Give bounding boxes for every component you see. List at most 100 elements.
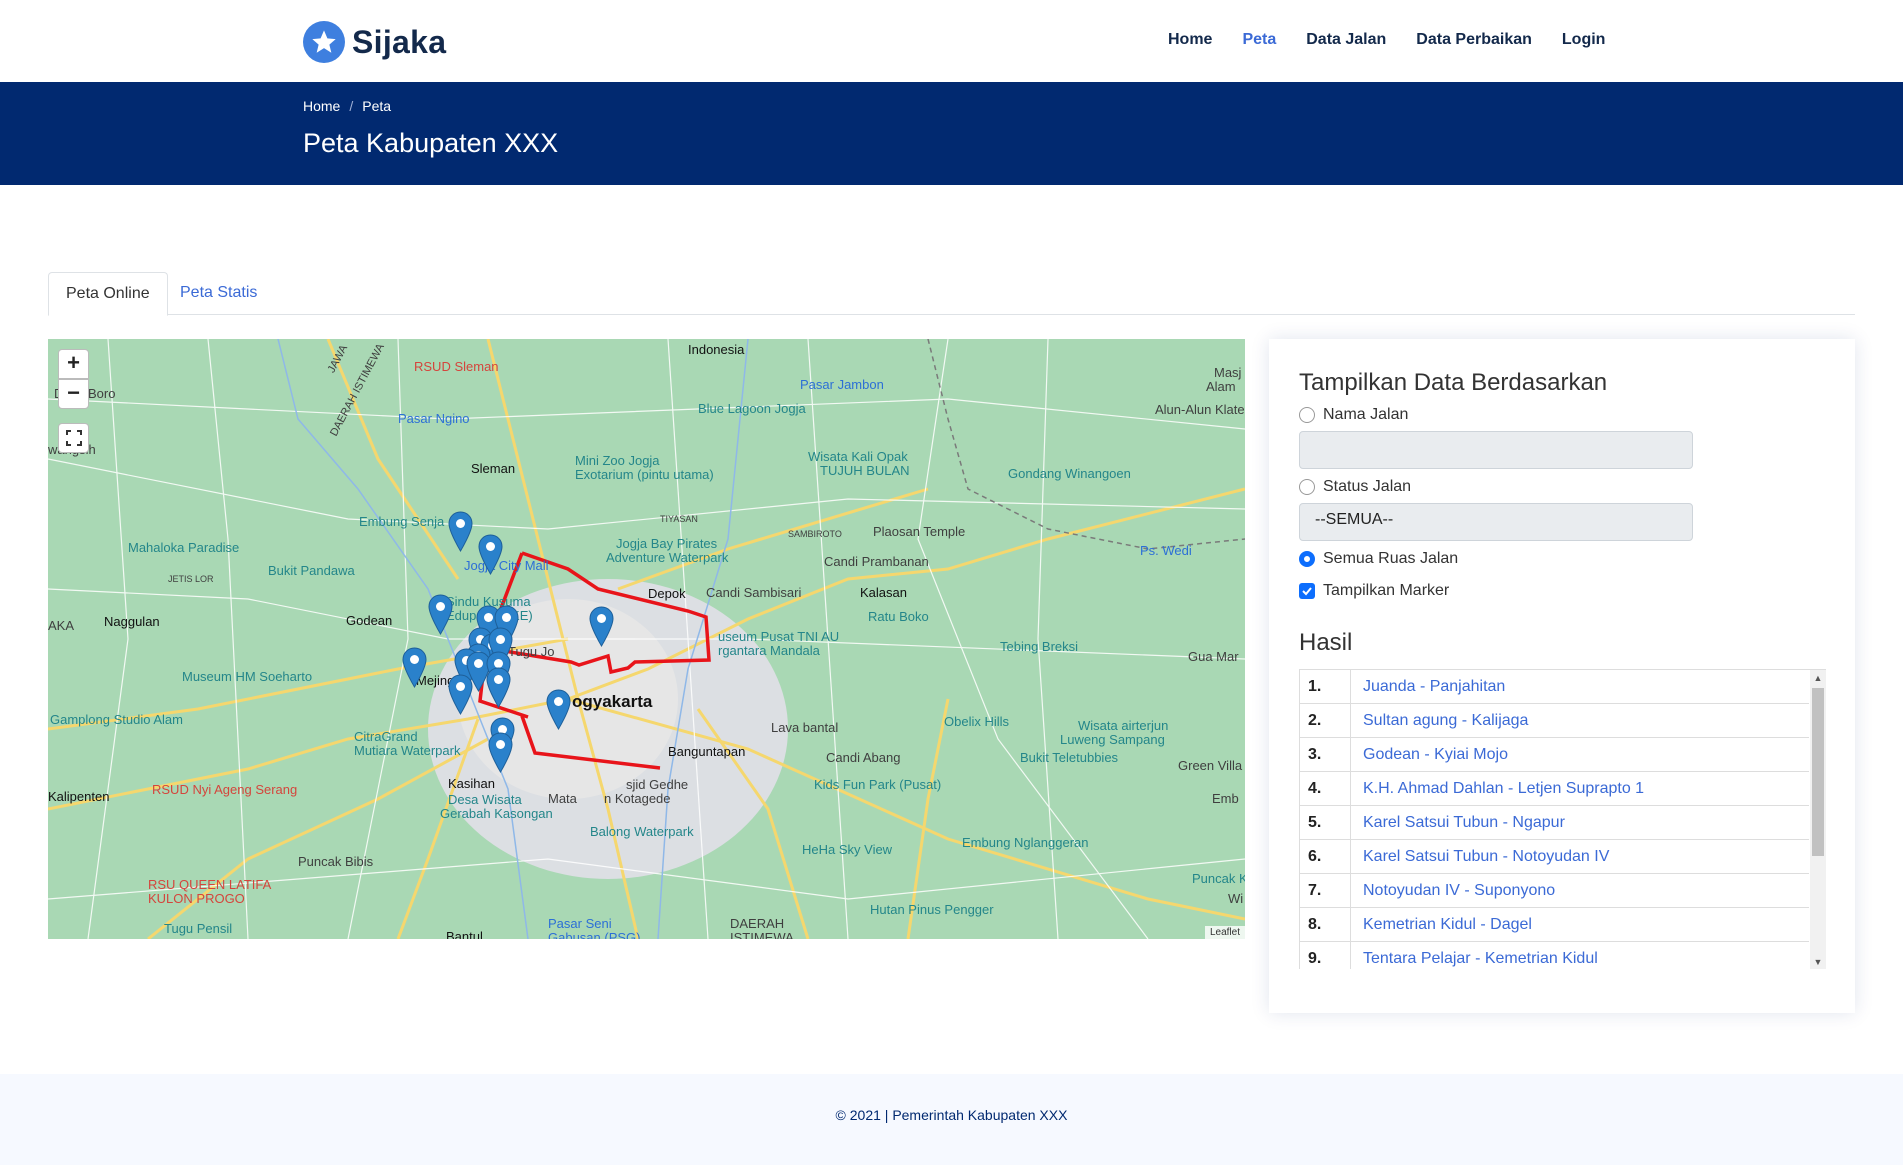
map-label: HeHa Sky View <box>802 842 893 857</box>
map-marker-icon[interactable] <box>428 594 453 635</box>
map-label: Kids Fun Park (Pusat) <box>814 777 942 792</box>
radio-semua-ruas[interactable]: Semua Ruas Jalan <box>1299 550 1458 568</box>
list-item[interactable]: 4. K.H. Ahmad Dahlan - Letjen Suprapto 1 <box>1299 772 1809 806</box>
radio-circle-selected[interactable] <box>1299 551 1315 567</box>
map-marker-icon[interactable] <box>478 534 503 575</box>
radio-circle[interactable] <box>1299 479 1315 495</box>
fullscreen-button[interactable] <box>58 423 89 453</box>
map-label: Mata <box>548 791 577 806</box>
map-label: Bukit Pandawa <box>268 563 355 578</box>
zoom-in-button[interactable]: + <box>58 349 89 379</box>
map-label: Wisata airterjun <box>1078 718 1169 733</box>
radio-circle[interactable] <box>1299 407 1315 423</box>
list-item-link[interactable]: Karel Satsui Tubun - Ngapur <box>1351 806 1565 839</box>
list-item-link[interactable]: Godean - Kyiai Mojo <box>1351 738 1508 771</box>
map-label: DAERAH <box>730 916 785 931</box>
map-label: Masj <box>1214 365 1242 380</box>
list-item[interactable]: 2. Sultan agung - Kalijaga <box>1299 704 1809 738</box>
map-label: Gua Mar <box>1188 649 1239 664</box>
list-item-number: 3. <box>1299 738 1351 771</box>
map-label: RSU QUEEN LATIFA <box>148 877 272 892</box>
map-label: n Kotagede <box>604 791 671 806</box>
map-label: TUJUH BULAN <box>820 463 910 478</box>
nav-login[interactable]: Login <box>1562 31 1606 49</box>
list-item-link[interactable]: Tentara Pelajar - Kemetrian Kidul <box>1351 942 1598 969</box>
tab-peta-online[interactable]: Peta Online <box>48 272 168 316</box>
scrollbar-thumb[interactable] <box>1812 688 1824 856</box>
map-label: Candi Sambisari <box>706 585 802 600</box>
map-label: SAMBIROTO <box>788 529 842 539</box>
list-item[interactable]: 7. Notoyudan IV - Suponyono <box>1299 874 1809 908</box>
map-label: Candi Prambanan <box>824 554 929 569</box>
scrollbar[interactable]: ▲ ▼ <box>1810 670 1826 969</box>
map-label: Wisata Kali Opak <box>808 449 908 464</box>
map-marker-icon[interactable] <box>448 511 473 552</box>
nav-peta[interactable]: Peta <box>1242 31 1276 49</box>
breadcrumb: Home / Peta <box>303 98 391 114</box>
map-label: Gamplong Studio Alam <box>50 712 183 727</box>
list-item[interactable]: 3. Godean - Kyiai Mojo <box>1299 738 1809 772</box>
list-item-number: 1. <box>1299 670 1351 703</box>
map-marker-icon[interactable] <box>402 647 427 688</box>
map-marker-icon[interactable] <box>448 674 473 715</box>
map-marker-icon[interactable] <box>488 732 513 773</box>
radio-nama-jalan[interactable]: Nama Jalan <box>1299 406 1408 424</box>
map-view[interactable]: Indonesia RSUD Sleman Pasar Jambon Deso … <box>48 339 1245 939</box>
status-jalan-select[interactable]: --SEMUA-- <box>1299 503 1693 541</box>
map-attribution[interactable]: Leaflet <box>1204 926 1245 939</box>
map-label: Banguntapan <box>668 744 746 759</box>
fullscreen-icon <box>65 430 82 446</box>
nav-data-jalan[interactable]: Data Jalan <box>1306 31 1386 49</box>
top-header: Sijaka Home Peta Data Jalan Data Perbaik… <box>0 0 1903 82</box>
map-label: Gabusan (PSG) <box>548 930 641 939</box>
list-item[interactable]: 9. Tentara Pelajar - Kemetrian Kidul <box>1299 942 1809 969</box>
nama-jalan-input[interactable] <box>1299 431 1693 469</box>
page-banner: Home / Peta Peta Kabupaten XXX <box>0 82 1903 185</box>
list-item-link[interactable]: Notoyudan IV - Suponyono <box>1351 874 1555 907</box>
results-list[interactable]: 1. Juanda - Panjahitan 2. Sultan agung - Ka… <box>1299 669 1826 969</box>
list-item-link[interactable]: Sultan agung - Kalijaga <box>1351 704 1528 737</box>
map-marker-icon[interactable] <box>486 667 511 708</box>
list-item[interactable]: 8. Kemetrian Kidul - Dagel <box>1299 908 1809 942</box>
map-label: Ratu Boko <box>868 609 929 624</box>
list-item-link[interactable]: Karel Satsui Tubun - Notoyudan IV <box>1351 840 1609 873</box>
map-label: RSUD Nyi Ageng Serang <box>152 782 298 797</box>
list-item[interactable]: 1. Juanda - Panjahitan <box>1299 670 1809 704</box>
main-nav: Home Peta Data Jalan Data Perbaikan Logi… <box>1168 31 1635 49</box>
map-label: ogyakarta <box>572 692 653 711</box>
map-label: Godean <box>346 613 393 628</box>
map-marker-icon[interactable] <box>546 689 571 730</box>
list-item-link[interactable]: Juanda - Panjahitan <box>1351 670 1505 703</box>
map-label: Tugu Jo <box>508 644 555 659</box>
tab-peta-statis[interactable]: Peta Statis <box>163 272 274 316</box>
checkbox-tampilkan-marker[interactable]: Tampilkan Marker <box>1299 582 1449 600</box>
map-label: Kasihan <box>448 776 495 791</box>
map-label: Embung Senja <box>359 514 445 529</box>
nav-home[interactable]: Home <box>1168 31 1212 49</box>
list-item-link[interactable]: Kemetrian Kidul - Dagel <box>1351 908 1532 941</box>
radio-status-jalan[interactable]: Status Jalan <box>1299 478 1411 496</box>
map-label: Candi Abang <box>826 750 901 765</box>
map-label: JETIS LOR <box>168 574 214 584</box>
list-item-number: 7. <box>1299 874 1351 907</box>
map-marker-icon[interactable] <box>589 606 614 647</box>
map-label: Obelix Hills <box>944 714 1010 729</box>
scroll-up-icon[interactable]: ▲ <box>1810 670 1826 686</box>
zoom-out-button[interactable]: − <box>58 379 89 409</box>
checkbox-checked[interactable] <box>1299 583 1315 599</box>
map-label: useum Pusat TNI AU <box>718 629 840 644</box>
map-label: Tebing Breksi <box>1000 639 1079 654</box>
map-label: Alun-Alun Klate <box>1155 402 1245 417</box>
map-label: TIYASAN <box>660 514 698 524</box>
brand-name: Sijaka <box>352 23 447 60</box>
map-label: Mini Zoo Jogja <box>575 453 660 468</box>
list-item[interactable]: 6. Karel Satsui Tubun - Notoyudan IV <box>1299 840 1809 874</box>
brand-logo[interactable]: Sijaka <box>303 21 446 63</box>
list-item[interactable]: 5. Karel Satsui Tubun - Ngapur <box>1299 806 1809 840</box>
scroll-down-icon[interactable]: ▼ <box>1810 954 1826 969</box>
map-label: Tugu Pensil <box>164 921 233 936</box>
breadcrumb-home[interactable]: Home <box>303 98 340 114</box>
map-label: Pasar Ngino <box>398 411 470 426</box>
nav-data-perbaikan[interactable]: Data Perbaikan <box>1416 31 1532 49</box>
list-item-link[interactable]: K.H. Ahmad Dahlan - Letjen Suprapto 1 <box>1351 772 1644 805</box>
